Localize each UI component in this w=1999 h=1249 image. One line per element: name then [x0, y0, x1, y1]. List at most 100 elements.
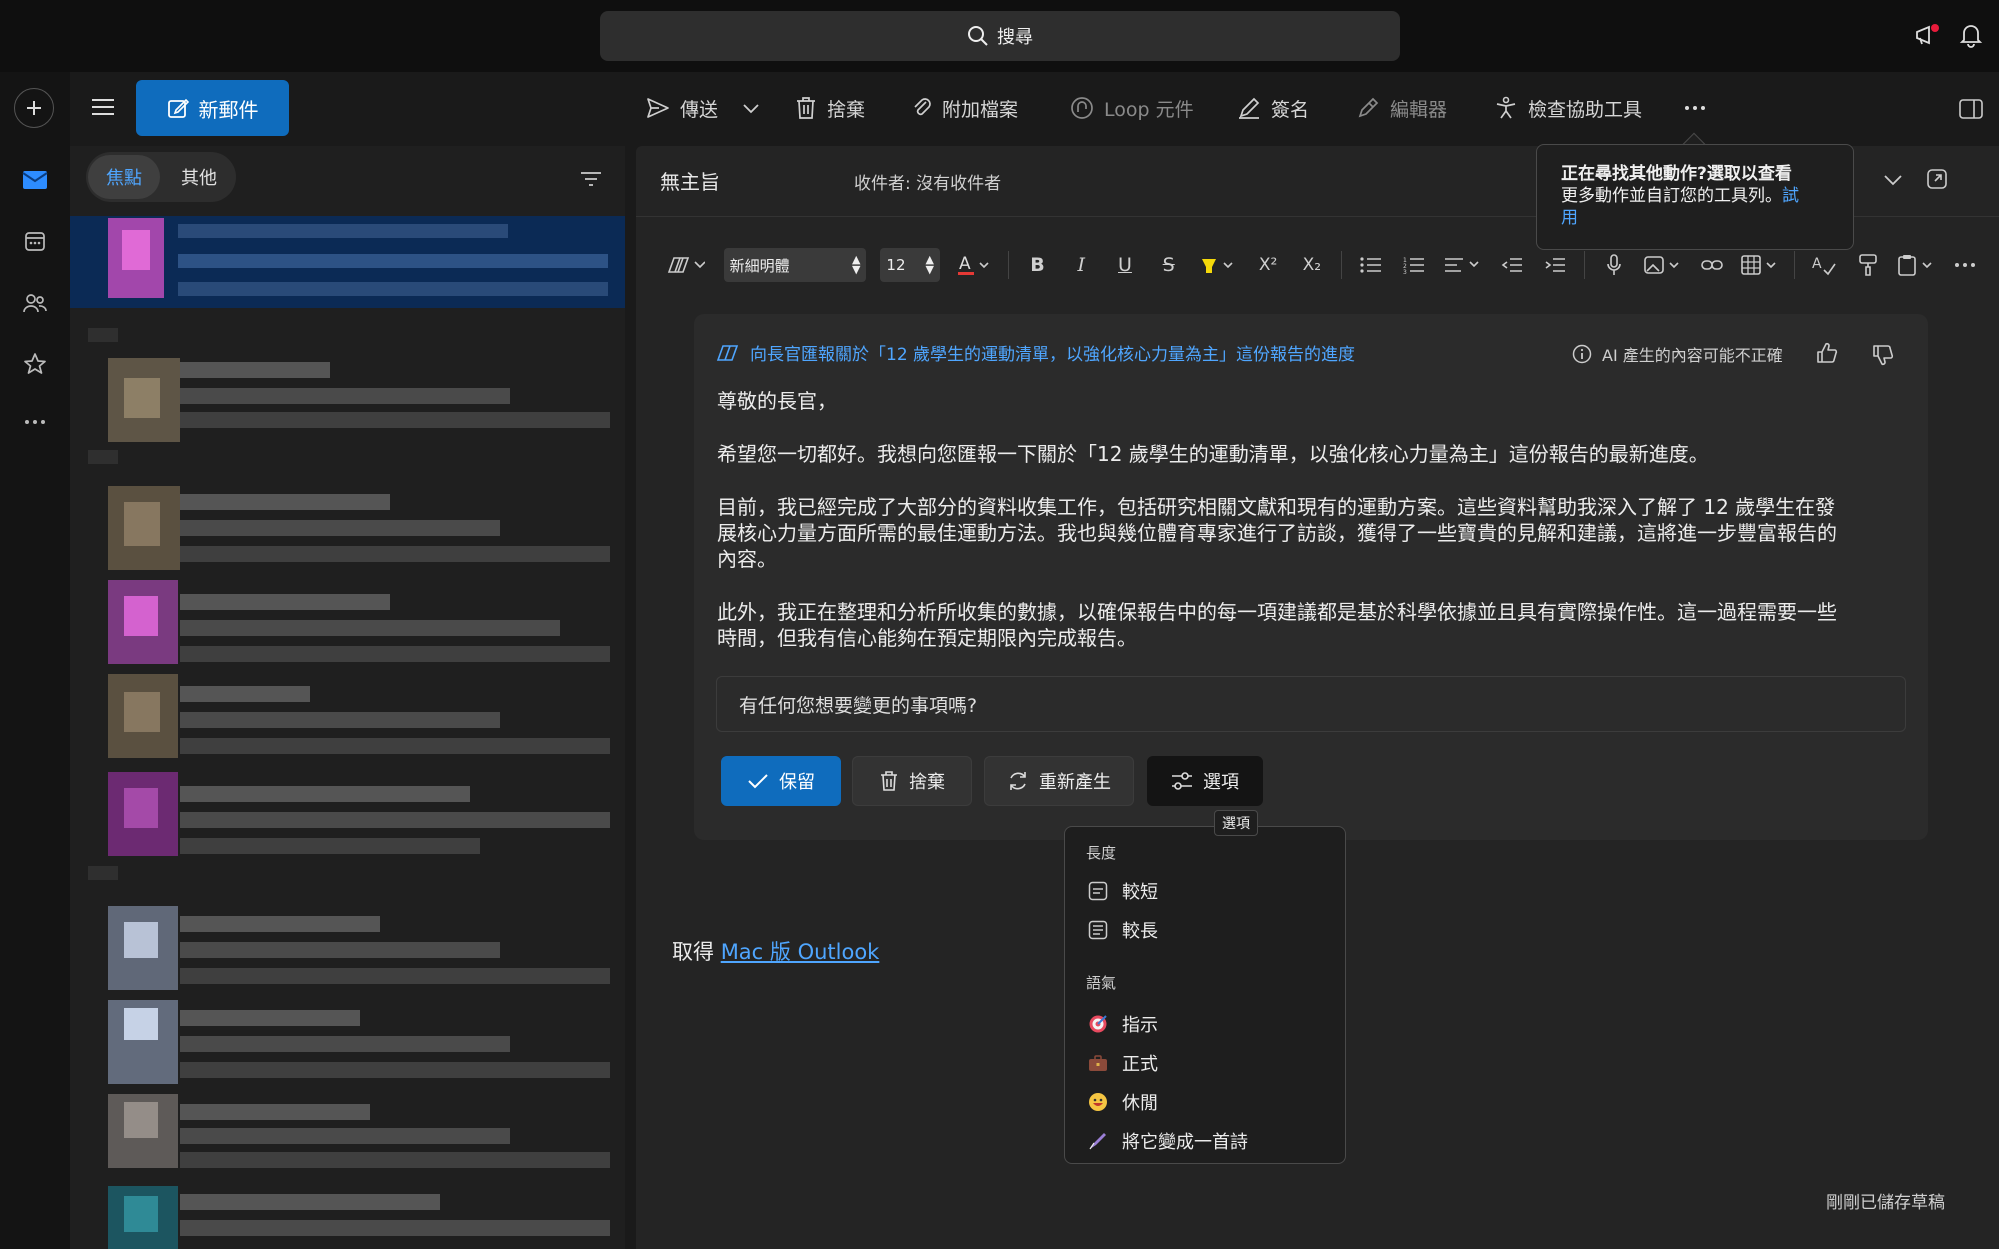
menu-item-poem[interactable]: 將它變成一首詩 — [1088, 1128, 1248, 1154]
regenerate-button[interactable]: 重新產生 — [984, 756, 1134, 806]
editor-pen-icon — [1358, 97, 1379, 118]
search-box[interactable]: 搜尋 — [600, 11, 1400, 61]
dictate-button[interactable] — [1599, 250, 1629, 280]
superscript-button[interactable]: X² — [1253, 250, 1283, 280]
highlight-button[interactable] — [1198, 250, 1240, 280]
tab-other[interactable]: 其他 — [166, 155, 232, 199]
font-color-button[interactable]: A — [954, 250, 994, 280]
keep-label: 保留 — [779, 772, 815, 793]
insert-table-button[interactable] — [1740, 250, 1780, 280]
change-request-input[interactable]: 有任何您想要變更的事項嗎? — [716, 676, 1906, 732]
thumbs-down-icon[interactable] — [1868, 340, 1898, 370]
list-item[interactable] — [70, 772, 625, 862]
regenerate-label: 重新產生 — [1039, 772, 1111, 793]
bell-icon[interactable] — [1956, 20, 1986, 50]
bold-button[interactable]: B — [1023, 250, 1053, 280]
pop-out-icon[interactable] — [1922, 164, 1952, 194]
indent-icon — [1545, 258, 1566, 272]
tooltip-try-link-continued[interactable]: 用 — [1561, 207, 1829, 229]
mail-icon[interactable] — [15, 160, 55, 200]
list-item[interactable] — [70, 666, 625, 766]
star-icon[interactable] — [15, 344, 55, 384]
send-options-chevron[interactable] — [742, 88, 760, 128]
collapse-chevron-icon[interactable] — [1878, 166, 1908, 196]
insert-link-button[interactable] — [1697, 250, 1727, 280]
recipients-field[interactable]: 收件者: 沒有收件者 — [854, 169, 1001, 194]
long-doc-icon — [1088, 920, 1108, 940]
numbered-list-button[interactable]: 123 — [1399, 250, 1429, 280]
target-icon — [1089, 1015, 1107, 1033]
signature-button[interactable]: 簽名 — [1237, 88, 1309, 128]
italic-button[interactable]: I — [1066, 250, 1096, 280]
outdent-icon — [1501, 258, 1522, 272]
options-label: 選項 — [1203, 772, 1239, 793]
list-item[interactable] — [70, 216, 625, 308]
options-button[interactable]: 選項 — [1147, 756, 1263, 806]
underline-button[interactable]: U — [1110, 250, 1140, 280]
feedback-icon[interactable] — [1912, 20, 1942, 50]
people-icon[interactable] — [15, 283, 55, 323]
menu-item-direct-label: 指示 — [1122, 1015, 1158, 1036]
divider — [1584, 251, 1586, 279]
send-button[interactable]: 傳送 — [646, 88, 718, 128]
pen-icon — [1239, 97, 1260, 119]
attach-file-button[interactable]: 附加檔案 — [912, 88, 1018, 128]
list-item[interactable] — [70, 1094, 625, 1174]
font-family-select[interactable]: 新細明體 ▲ ▼ — [723, 248, 867, 282]
menu-item-shorter[interactable]: 較短 — [1088, 878, 1158, 904]
keep-button[interactable]: 保留 — [721, 756, 841, 806]
strikethrough-button[interactable]: S — [1154, 250, 1184, 280]
add-app-button[interactable] — [14, 88, 54, 128]
thumbs-up-icon[interactable] — [1812, 338, 1842, 368]
increase-indent-button[interactable] — [1541, 250, 1571, 280]
bullet-list-button[interactable] — [1356, 250, 1386, 280]
list-item[interactable] — [70, 996, 625, 1092]
menu-item-direct[interactable]: 指示 — [1088, 1011, 1158, 1037]
align-button[interactable] — [1443, 250, 1483, 280]
editor-button[interactable]: 編輯器 — [1356, 88, 1447, 128]
more-formatting-button[interactable] — [1950, 250, 1980, 280]
discard-draft-button[interactable]: 捨棄 — [852, 756, 972, 806]
checkmark-icon — [748, 774, 768, 789]
info-icon — [1572, 344, 1592, 364]
copilot-menu-button[interactable] — [660, 250, 710, 280]
list-item[interactable] — [70, 450, 625, 570]
list-item[interactable] — [70, 328, 625, 442]
draft-paragraph-2-line-2: 展核心力量方面所需的最佳運動方法。我也與幾位體育專家進行了訪談，獲得了一些寶貴的… — [717, 521, 1837, 545]
list-item[interactable] — [70, 866, 625, 996]
highlighter-icon — [1202, 259, 1233, 273]
discard-button[interactable]: 捨棄 — [795, 88, 865, 128]
ellipsis-icon — [1955, 263, 1975, 267]
font-size-select[interactable]: 12 ▲ ▼ — [880, 248, 940, 282]
align-icon — [1444, 258, 1479, 272]
subscript-button[interactable]: X₂ — [1297, 250, 1327, 280]
font-size-value: 12 — [886, 256, 906, 274]
list-item[interactable] — [70, 1186, 625, 1249]
insert-picture-button[interactable] — [1643, 250, 1683, 280]
calendar-icon[interactable] — [15, 221, 55, 261]
spelling-button[interactable]: A — [1809, 250, 1839, 280]
ellipsis-icon — [1685, 106, 1705, 110]
paste-button[interactable] — [1896, 250, 1936, 280]
more-apps-icon[interactable] — [15, 402, 55, 442]
tab-focused[interactable]: 焦點 — [88, 155, 160, 199]
format-painter-button[interactable] — [1853, 250, 1883, 280]
loop-component-button[interactable]: Loop 元件 — [1070, 88, 1194, 128]
outlook-mac-link[interactable]: Mac 版 Outlook — [721, 940, 880, 964]
filter-icon[interactable] — [576, 164, 606, 194]
compose-icon — [167, 97, 189, 119]
panel-toggle-icon[interactable] — [1956, 94, 1986, 124]
new-mail-button[interactable]: 新郵件 — [136, 80, 289, 136]
options-tooltip: 選項 — [1214, 810, 1258, 836]
tooltip-try-link[interactable]: 試 — [1782, 186, 1799, 206]
list-item[interactable] — [70, 580, 625, 670]
menu-item-formal[interactable]: 正式 — [1088, 1050, 1158, 1076]
decrease-indent-button[interactable] — [1497, 250, 1527, 280]
menu-item-casual[interactable]: 休閒 — [1088, 1089, 1158, 1115]
subject-field[interactable]: 無主旨 — [660, 166, 720, 195]
more-actions-button[interactable] — [1684, 88, 1706, 128]
sliders-icon — [1172, 772, 1192, 790]
menu-item-longer[interactable]: 較長 — [1088, 917, 1158, 943]
accessibility-checker-button[interactable]: 檢查協助工具 — [1494, 88, 1642, 128]
hamburger-menu-icon[interactable] — [88, 92, 118, 122]
